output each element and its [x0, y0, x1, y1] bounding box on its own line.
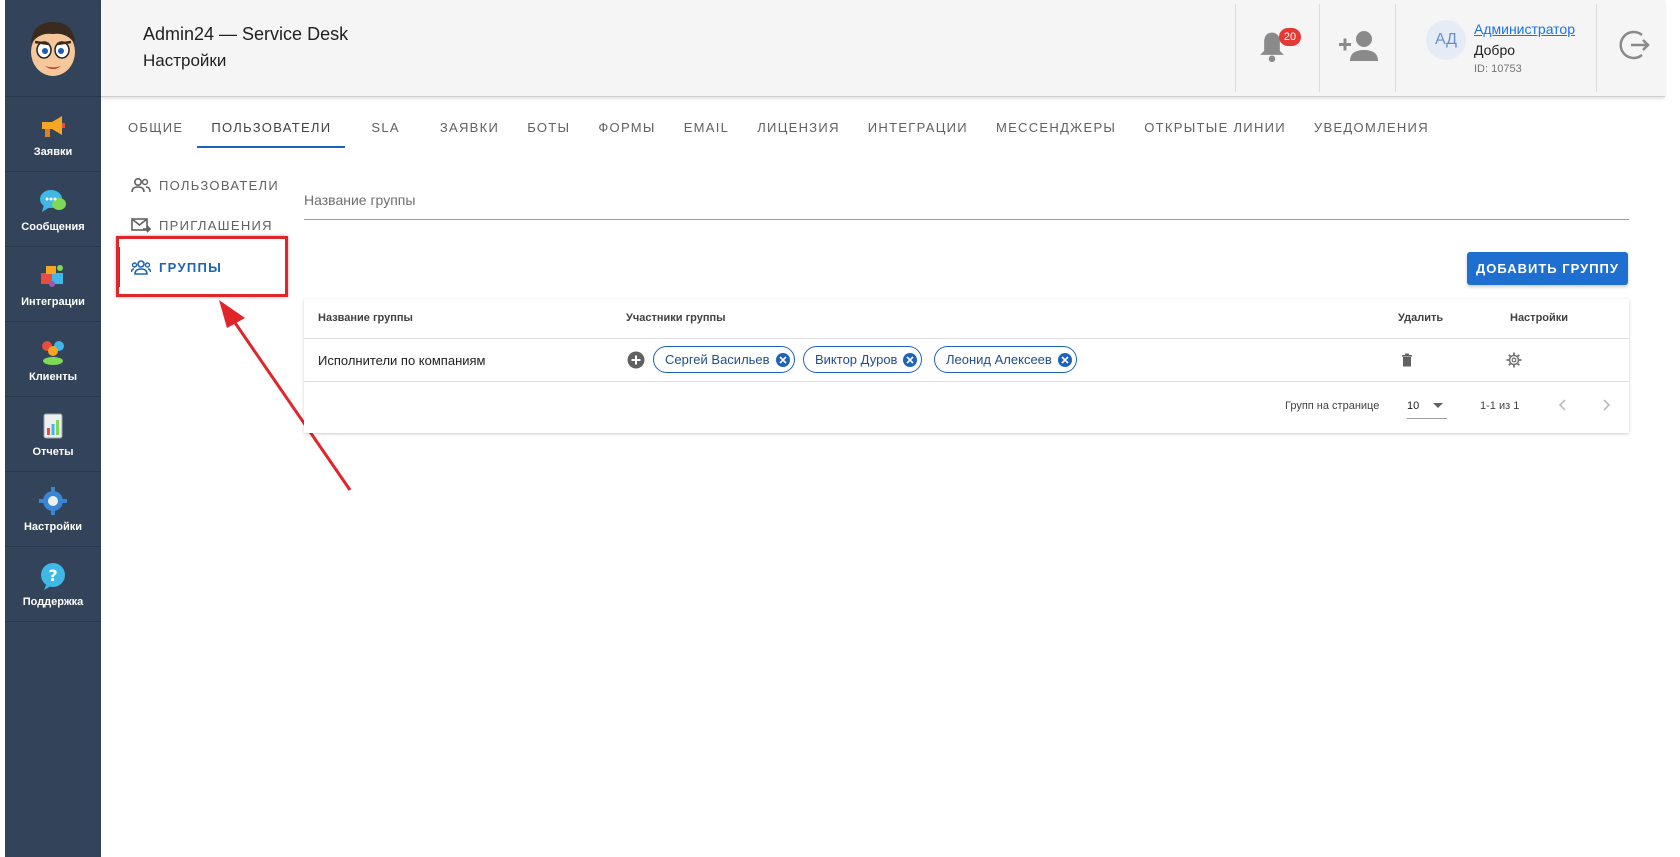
logout-icon: [1619, 30, 1650, 60]
sidebar-item-tickets[interactable]: Заявки: [5, 97, 101, 172]
megaphone-icon: [38, 111, 68, 141]
group-name-cell: Исполнители по компаниям: [318, 353, 486, 368]
header-divider: [1319, 4, 1320, 92]
remove-member-button[interactable]: [1057, 352, 1072, 367]
row-divider: [304, 338, 1629, 339]
tab-open-lines[interactable]: ОТКРЫТЫЕ ЛИНИИ: [1130, 108, 1300, 148]
close-icon: [1061, 355, 1069, 364]
sidebar: Заявки Сообщения Интеграции Клиенты Отче…: [5, 0, 101, 857]
add-user-icon: [1339, 31, 1378, 61]
gear-icon: [1506, 352, 1522, 368]
mail-forward-icon: [131, 216, 151, 234]
gear-icon: [38, 486, 68, 516]
trash-icon: [1402, 353, 1412, 367]
app-title: Admin24 — Service Desk: [143, 24, 349, 44]
avatar[interactable]: АД: [1426, 20, 1466, 60]
sidebar-item-label: Сообщения: [21, 220, 85, 233]
column-header-members: Участники группы: [626, 312, 726, 324]
sidebar-item-integrations[interactable]: Интеграции: [5, 247, 101, 322]
svg-text:?: ?: [48, 566, 57, 585]
group-settings-button[interactable]: [1506, 352, 1522, 368]
groups-table: Название группы Участники группы Удалить…: [304, 299, 1629, 433]
add-group-button[interactable]: ДОБАВИТЬ ГРУППУ: [1467, 252, 1628, 285]
tab-general[interactable]: ОБЩИЕ: [114, 108, 197, 148]
next-page-button[interactable]: [1598, 397, 1614, 413]
member-name: Леонид Алексеев: [946, 352, 1052, 367]
sidebar-item-support[interactable]: ? Поддержка: [5, 547, 101, 622]
report-icon: [38, 411, 68, 441]
delete-group-button[interactable]: [1401, 353, 1415, 367]
rows-per-page-value: 10: [1407, 400, 1420, 412]
sidebar-item-label: Настройки: [23, 520, 83, 533]
column-header-delete: Удалить: [1398, 312, 1444, 324]
user-id: ID: 10753: [1474, 63, 1522, 75]
prev-page-button[interactable]: [1555, 397, 1571, 413]
people-icon: [38, 336, 68, 366]
pagination-range: 1-1 из 1: [1480, 400, 1520, 412]
notifications-badge: 20: [1279, 28, 1301, 46]
remove-member-button[interactable]: [903, 352, 918, 367]
sidebar-item-label: Поддержка: [22, 595, 84, 608]
header-divider: [1596, 4, 1597, 92]
sidebar-item-settings[interactable]: Настройки: [5, 472, 101, 547]
logout-button[interactable]: [1618, 28, 1654, 64]
puzzle-icon: [38, 261, 68, 291]
tab-messengers[interactable]: МЕССЕНДЖЕРЫ: [982, 108, 1130, 148]
column-header-settings: Настройки: [1510, 312, 1569, 324]
group-name-input[interactable]: [304, 192, 1629, 208]
member-chip: Виктор Дуров: [803, 346, 923, 373]
chat-bubble-icon: [38, 186, 68, 216]
app-logo[interactable]: [5, 0, 101, 97]
sidebar-item-label: Отчеты: [32, 445, 74, 458]
user-greeting: Добро: [1474, 42, 1516, 58]
member-chip: Леонид Алексеев: [934, 346, 1077, 373]
sidebar-item-messages[interactable]: Сообщения: [5, 172, 101, 247]
member-name: Виктор Дуров: [815, 352, 898, 367]
tab-bots[interactable]: БОТЫ: [513, 108, 584, 148]
chevron-left-icon: [1558, 399, 1566, 411]
page-title: Настройки: [143, 51, 227, 70]
sidebar-item-label: Клиенты: [28, 370, 77, 383]
sidebar-item-reports[interactable]: Отчеты: [5, 397, 101, 472]
mascot-face-icon: [31, 22, 75, 76]
sidebar-item-label: Интеграции: [21, 295, 85, 308]
submenu-item-label: ПОЛЬЗОВАТЕЛИ: [159, 177, 280, 193]
tab-tickets[interactable]: ЗАЯВКИ: [426, 108, 513, 148]
remove-member-button[interactable]: [775, 352, 790, 367]
tab-users[interactable]: ПОЛЬЗОВАТЕЛИ: [197, 108, 346, 148]
tab-integrations[interactable]: ИНТЕГРАЦИИ: [854, 108, 982, 148]
sidebar-item-clients[interactable]: Клиенты: [5, 322, 101, 397]
member-name: Сергей Васильев: [665, 352, 770, 367]
plus-circle-icon: [627, 351, 645, 369]
member-chip: Сергей Васильев: [653, 346, 795, 373]
add-member-button[interactable]: [627, 351, 645, 369]
tab-email[interactable]: EMAIL: [670, 108, 744, 148]
help-icon: ?: [38, 561, 68, 591]
users-icon: [131, 176, 151, 194]
header-divider: [1395, 4, 1396, 92]
group-name-search-field[interactable]: [304, 192, 1629, 220]
tab-license[interactable]: ЛИЦЕНЗИЯ: [743, 108, 854, 148]
submenu-item-label: ПРИГЛАШЕНИЯ: [159, 217, 273, 233]
tab-notifications[interactable]: УВЕДОМЛЕНИЯ: [1300, 108, 1443, 148]
add-user-button[interactable]: [1337, 28, 1381, 68]
rows-per-page-label: Групп на странице: [1285, 400, 1380, 412]
sidebar-item-label: Заявки: [33, 145, 73, 158]
close-icon: [906, 355, 915, 364]
highlight-box: [116, 236, 288, 297]
column-header-group-name[interactable]: Название группы: [318, 312, 413, 324]
top-header: Admin24 — Service Desk Настройки 20 АД А…: [101, 0, 1665, 97]
submenu-item-users[interactable]: ПОЛЬЗОВАТЕЛИ: [117, 165, 287, 205]
rows-per-page-select[interactable]: 10: [1407, 395, 1447, 419]
tab-sla[interactable]: SLA: [345, 108, 425, 148]
chevron-right-icon: [1603, 399, 1611, 411]
chevron-down-icon: [1433, 403, 1443, 408]
settings-tabs: ОБЩИЕ ПОЛЬЗОВАТЕЛИ SLA ЗАЯВКИ БОТЫ ФОРМЫ…: [114, 108, 1443, 148]
tab-forms[interactable]: ФОРМЫ: [584, 108, 669, 148]
header-divider: [1235, 4, 1236, 92]
user-name-link[interactable]: Администратор: [1474, 21, 1575, 37]
close-icon: [779, 355, 787, 364]
row-divider: [304, 381, 1629, 382]
